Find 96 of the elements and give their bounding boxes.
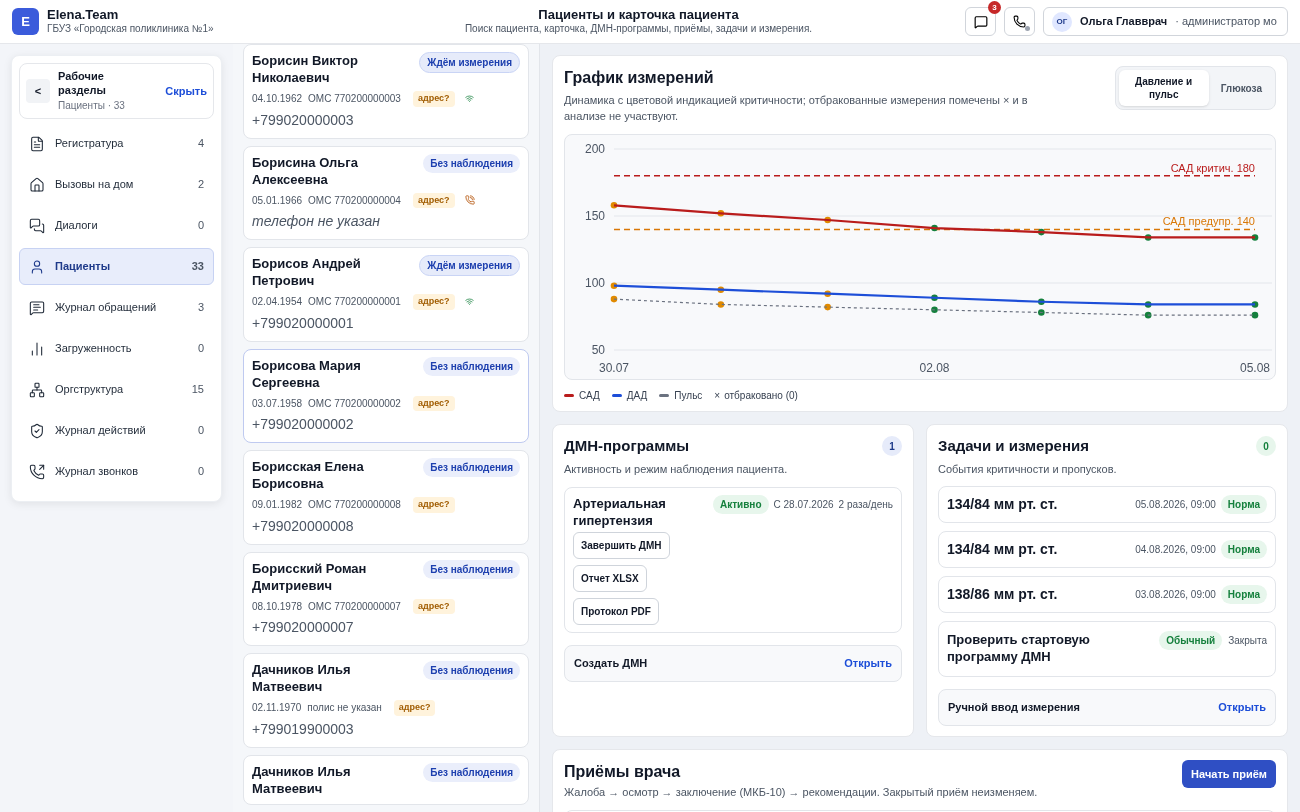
organization-name: ГБУЗ «Городская поликлиника №1» bbox=[47, 23, 214, 36]
status-badge: Без наблюдения bbox=[423, 559, 520, 579]
x-tick-label: 02.08 bbox=[919, 361, 950, 375]
patient-birthdate: 09.01.1982 bbox=[252, 498, 303, 513]
patient-phone: +799020000002 bbox=[252, 415, 355, 434]
user-avatar: ОГ bbox=[1052, 11, 1072, 32]
program-name: Артериальная гипертензия bbox=[573, 495, 667, 529]
patient-name: Дачников Илья Матвеевич bbox=[252, 661, 352, 695]
brand-name: Elena.Team bbox=[47, 7, 120, 24]
task-title: Проверить стартовую программу ДМН bbox=[947, 631, 1091, 665]
address-tag: адрес? bbox=[412, 192, 455, 208]
card-subtitle: Динамика с цветовой индикацией критичности; отбракованные измерения помечены × и в анализе не участвуют. bbox=[564, 93, 1029, 124]
x-tick-label: 05.08 bbox=[1240, 361, 1270, 375]
patient-phone: +799020000001 bbox=[252, 313, 355, 333]
count-badge: 1 bbox=[882, 436, 902, 457]
task-state: Закрыта bbox=[1228, 634, 1267, 648]
card-title: Задачи и измерения bbox=[938, 436, 1089, 456]
measurement-time: 04.08.2026, 09:00 bbox=[1135, 543, 1216, 557]
patient-name: Борисов Андрей Петрович bbox=[252, 255, 362, 289]
measurement-value: 138/86 мм рт. ст. bbox=[947, 585, 1058, 604]
user-role: · администратор мо bbox=[1175, 14, 1277, 30]
patient-policy: ОМС 770200000002 bbox=[308, 396, 401, 411]
threshold-label: САД критич. 180 bbox=[1170, 161, 1255, 174]
patient-policy: ОМС 770200000007 bbox=[308, 599, 401, 614]
patient-phone: телефон не указан bbox=[252, 212, 382, 231]
patient-birthdate: 03.07.1958 bbox=[252, 396, 303, 411]
card-title: ДМН-программы bbox=[564, 436, 690, 456]
status-badge: Ждём измерения bbox=[419, 52, 520, 73]
status-badge: Без наблюдения bbox=[423, 661, 520, 680]
patient-phone: +799020000008 bbox=[252, 516, 355, 536]
priority-badge: Обычный bbox=[1159, 631, 1223, 650]
y-tick-label: 50 bbox=[591, 343, 605, 357]
card-subtitle: Жалоба → осмотр → заключение (МКБ-10) → рекомендации. Закрытый приём неизменяем. bbox=[564, 785, 1039, 800]
measurement-value: 134/84 мм рт. ст. bbox=[947, 540, 1058, 559]
patient-birthdate: 02.11.1970 bbox=[252, 701, 302, 716]
measurement-value: 134/84 мм рт. ст. bbox=[947, 495, 1058, 514]
sidebar-title: Рабочие разделы bbox=[58, 70, 107, 98]
row-label: Создать ДМН bbox=[574, 656, 648, 671]
status-badge: Ждём измерения bbox=[419, 255, 520, 276]
address-tag: адрес? bbox=[412, 294, 455, 310]
legend-item: САД bbox=[564, 388, 600, 403]
patient-policy: ОМС 770200000001 bbox=[308, 295, 401, 310]
patient-phone: +799020000003 bbox=[252, 110, 355, 130]
card-title: Приёмы врача bbox=[564, 761, 681, 782]
page-title: Пациенты и карточка пациента bbox=[538, 7, 739, 24]
card-subtitle: События критичности и пропусков. bbox=[938, 461, 1118, 477]
status-badge: Норма bbox=[1220, 495, 1267, 514]
patient-name: Борисская Елена Борисовна bbox=[252, 458, 365, 492]
page-subtitle: Поиск пациента, карточка, ДМН-программы, приёмы, задачи и измерения. bbox=[464, 23, 813, 36]
address-tag: адрес? bbox=[412, 395, 455, 411]
address-tag: адрес? bbox=[412, 598, 455, 614]
legend-item: ДАД bbox=[611, 388, 648, 403]
y-tick-label: 200 bbox=[584, 142, 605, 156]
status-badge: Без наблюдения bbox=[423, 356, 520, 376]
measurement-time: 03.08.2026, 09:00 bbox=[1135, 588, 1216, 602]
status-badge: Без наблюдения bbox=[423, 762, 520, 782]
patient-policy: ОМС 770200000008 bbox=[308, 498, 401, 513]
patient-birthdate: 02.04.1954 bbox=[252, 295, 303, 310]
logo: E bbox=[12, 8, 39, 35]
notification-badge: 3 bbox=[988, 1, 1001, 14]
address-tag: адрес? bbox=[393, 700, 436, 716]
legend-item: × отбраковано (0) bbox=[714, 389, 798, 403]
count-badge: 0 bbox=[1256, 436, 1276, 457]
x-tick-label: 30.07 bbox=[599, 361, 629, 375]
status-badge: Без наблюдения bbox=[423, 458, 520, 477]
patient-name: Дачников Илья Матвеевич bbox=[252, 762, 352, 797]
patient-birthdate: 08.10.1978 bbox=[252, 599, 303, 614]
status-badge: Норма bbox=[1220, 585, 1267, 604]
sidebar-caption: Пациенты · 33 bbox=[58, 99, 126, 112]
y-tick-label: 100 bbox=[584, 276, 605, 290]
patient-policy: ОМС 770200000004 bbox=[308, 193, 401, 208]
program-start-date: С 28.07.2026 bbox=[773, 498, 834, 512]
address-tag: адрес? bbox=[412, 497, 455, 513]
program-frequency: 2 раза/день bbox=[838, 498, 893, 512]
status-badge: Активно bbox=[712, 495, 769, 514]
measurement-time: 05.08.2026, 09:00 bbox=[1135, 498, 1216, 512]
patient-birthdate: 04.10.1962 bbox=[252, 92, 303, 107]
patient-phone: +799019900003 bbox=[252, 719, 355, 739]
patient-policy: полис не указан bbox=[307, 701, 382, 716]
threshold-label: САД предупр. 140 bbox=[1162, 215, 1255, 228]
patient-birthdate: 05.01.1966 bbox=[252, 193, 303, 208]
address-tag: адрес? bbox=[412, 91, 455, 107]
patient-name: Борисин Виктор Николаевич bbox=[252, 52, 359, 86]
patient-policy: ОМС 770200000003 bbox=[308, 92, 401, 107]
status-badge: Без наблюдения bbox=[423, 153, 520, 173]
patient-phone: +799020000007 bbox=[252, 618, 355, 637]
user-name: Ольга Главврач bbox=[1080, 14, 1168, 30]
status-badge: Норма bbox=[1220, 540, 1267, 559]
patient-name: Борисова Мария Сергеевна bbox=[252, 356, 362, 391]
y-tick-label: 150 bbox=[584, 209, 605, 223]
card-subtitle: Активность и режим наблюдения пациента. bbox=[564, 461, 789, 477]
card-title: График измерений bbox=[564, 68, 715, 88]
patient-name: Борисский Роман Дмитриевич bbox=[252, 559, 368, 594]
legend-item: Пульс bbox=[659, 388, 703, 403]
patient-name: Борисина Ольга Алексеевна bbox=[252, 153, 359, 188]
row-label: Ручной ввод измерения bbox=[948, 700, 1080, 715]
